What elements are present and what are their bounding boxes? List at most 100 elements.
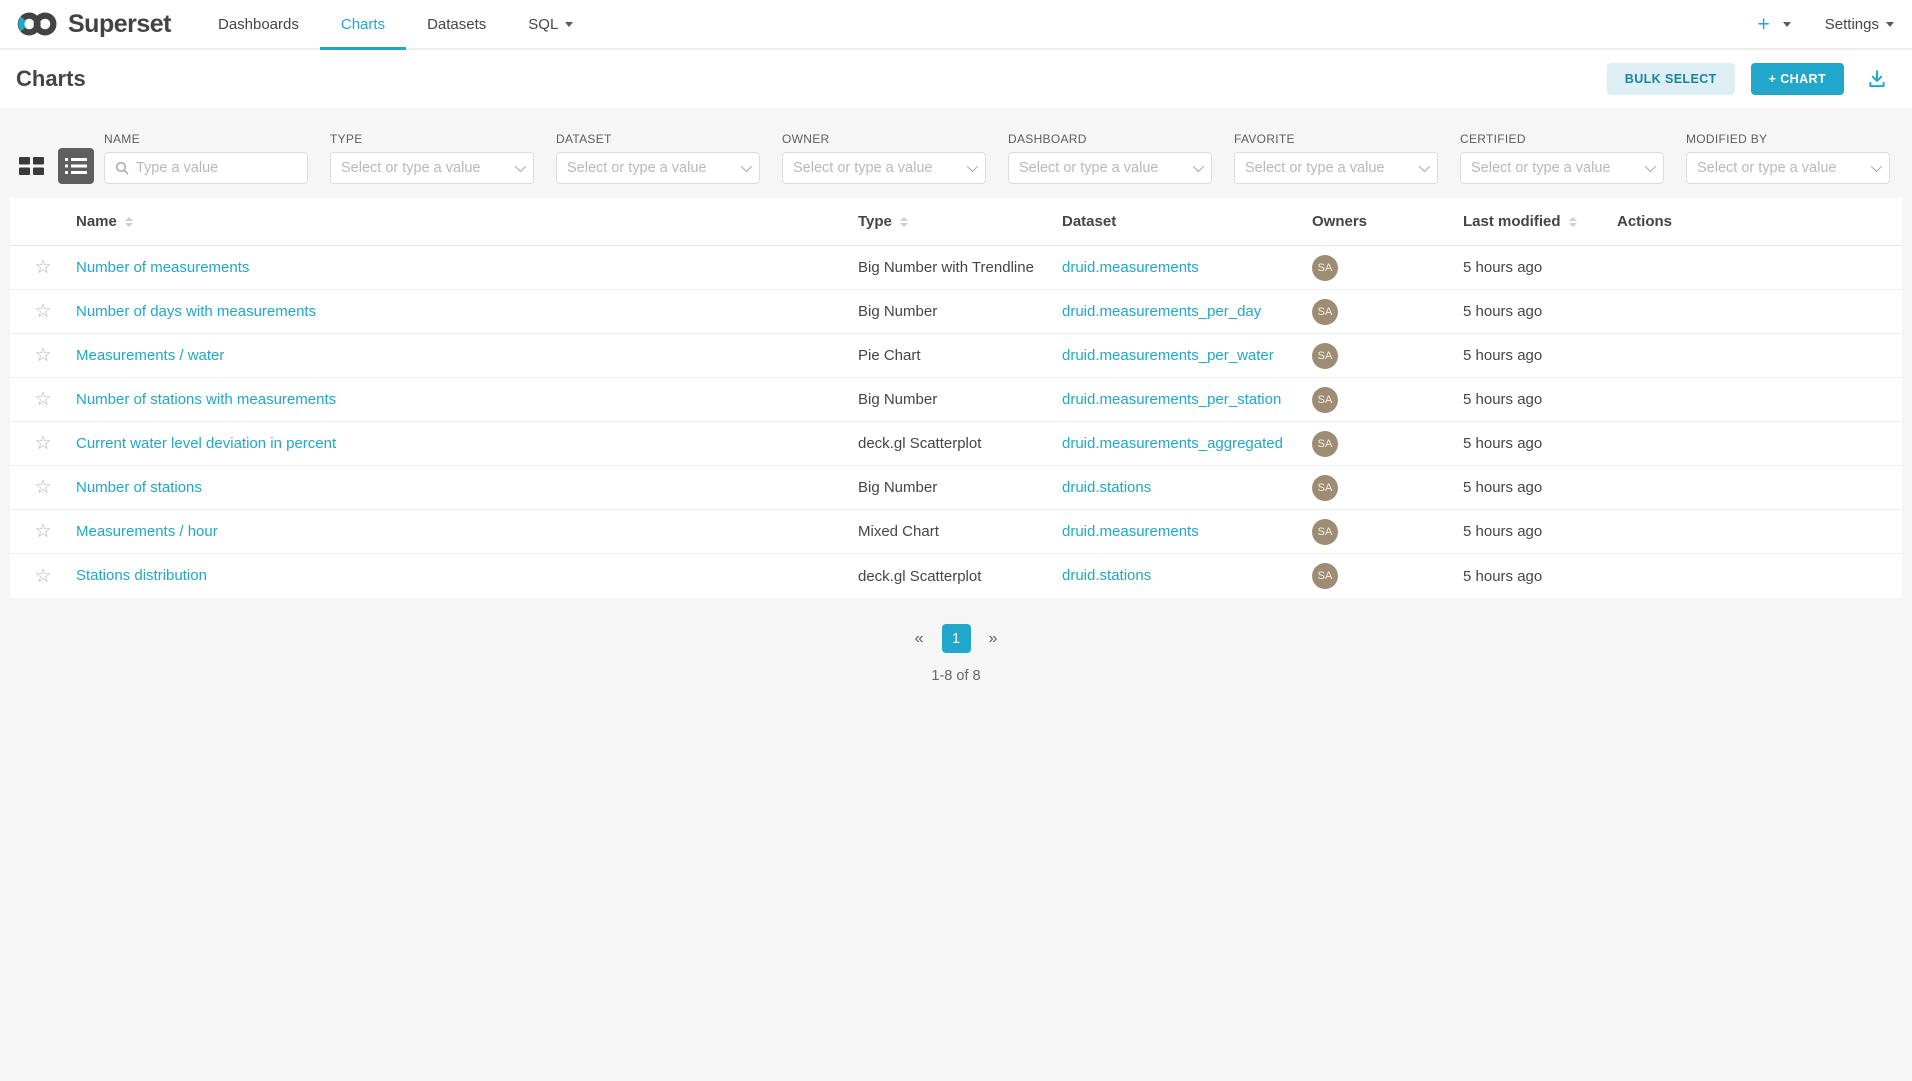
owner-avatar[interactable]: SA [1312, 431, 1338, 457]
favorite-star-icon[interactable]: ☆ [34, 478, 51, 497]
next-page-button[interactable]: » [985, 630, 1002, 648]
export-button[interactable] [1866, 68, 1888, 90]
filter-owner: OWNERSelect or type a value [782, 132, 986, 184]
column-label: Dataset [1062, 213, 1116, 230]
column-header-dataset: Dataset [1062, 213, 1312, 230]
favorite-star-icon[interactable]: ☆ [34, 258, 51, 277]
column-label: Actions [1617, 213, 1672, 230]
row-type: deck.gl Scatterplot [858, 435, 1062, 452]
card-view-toggle[interactable] [16, 151, 46, 181]
filter-select[interactable]: Select or type a value [1234, 152, 1438, 184]
row-dataset-link[interactable]: druid.measurements [1062, 259, 1199, 276]
prev-page-button[interactable]: « [911, 630, 928, 648]
filter-select[interactable]: Select or type a value [782, 152, 986, 184]
row-dataset-link[interactable]: druid.stations [1062, 567, 1151, 584]
row-type: Big Number with Trendline [858, 259, 1062, 276]
filter-select[interactable]: Select or type a value [556, 152, 760, 184]
page-1-button[interactable]: 1 [942, 624, 971, 653]
column-header-last-modified[interactable]: Last modified [1463, 213, 1617, 230]
row-name-link[interactable]: Current water level deviation in percent [76, 435, 336, 452]
favorite-star-icon[interactable]: ☆ [34, 302, 51, 321]
row-dataset-link[interactable]: druid.measurements_per_day [1062, 303, 1261, 320]
nav-item-charts[interactable]: Charts [320, 0, 406, 48]
row-name-link[interactable]: Stations distribution [76, 567, 207, 584]
nav-item-datasets[interactable]: Datasets [406, 0, 507, 48]
row-dataset-link[interactable]: druid.measurements [1062, 523, 1199, 540]
filter-label: TYPE [330, 132, 534, 146]
column-header-owners: Owners [1312, 213, 1463, 230]
favorite-star-icon[interactable]: ☆ [34, 390, 51, 409]
filter-name: NAME [104, 132, 308, 184]
owner-avatar[interactable]: SA [1312, 343, 1338, 369]
row-last-modified: 5 hours ago [1463, 391, 1617, 408]
favorite-star-icon[interactable]: ☆ [34, 522, 51, 541]
column-header-name[interactable]: Name [76, 213, 858, 230]
new-item-menu-button[interactable]: + [1758, 14, 1791, 35]
owner-avatar[interactable]: SA [1312, 563, 1338, 589]
search-icon [115, 161, 129, 175]
filter-select[interactable]: Select or type a value [1686, 152, 1890, 184]
main-nav-items: DashboardsChartsDatasetsSQL [197, 0, 594, 48]
row-last-modified: 5 hours ago [1463, 259, 1617, 276]
row-dataset-link[interactable]: druid.measurements_per_water [1062, 347, 1274, 364]
owner-avatar[interactable]: SA [1312, 387, 1338, 413]
nav-item-sql[interactable]: SQL [507, 0, 594, 48]
row-name-link[interactable]: Number of measurements [76, 259, 249, 276]
favorite-star-icon[interactable]: ☆ [34, 346, 51, 365]
owner-avatar[interactable]: SA [1312, 519, 1338, 545]
row-name-link[interactable]: Measurements / hour [76, 523, 218, 540]
row-type: Big Number [858, 479, 1062, 496]
filter-label: NAME [104, 132, 308, 146]
select-placeholder: Select or type a value [1471, 160, 1639, 176]
row-last-modified: 5 hours ago [1463, 479, 1617, 496]
owner-avatar[interactable]: SA [1312, 255, 1338, 281]
table-row: ☆ Number of stations Big Number druid.st… [10, 466, 1902, 510]
search-input[interactable] [136, 160, 297, 176]
filter-dashboard: DASHBOARDSelect or type a value [1008, 132, 1212, 184]
select-placeholder: Select or type a value [567, 160, 735, 176]
table-row: ☆ Measurements / water Pie Chart druid.m… [10, 334, 1902, 378]
favorite-star-icon[interactable]: ☆ [34, 434, 51, 453]
filter-modified-by: MODIFIED BYSelect or type a value [1686, 132, 1890, 184]
row-name-link[interactable]: Measurements / water [76, 347, 224, 364]
filter-dataset: DATASETSelect or type a value [556, 132, 760, 184]
table-header-row: NameTypeDataset OwnersLast modifiedAction… [10, 198, 1902, 246]
row-name-link[interactable]: Number of stations [76, 479, 202, 496]
column-header-type[interactable]: Type [858, 213, 1062, 230]
chevron-down-icon [1645, 161, 1656, 172]
filter-select[interactable]: Select or type a value [330, 152, 534, 184]
plus-icon: + [1758, 14, 1770, 35]
grid-icon [19, 156, 44, 176]
bulk-select-button[interactable]: BULK SELECT [1607, 63, 1735, 95]
superset-brand[interactable]: Superset [16, 0, 171, 48]
owner-avatar[interactable]: SA [1312, 299, 1338, 325]
nav-item-dashboards[interactable]: Dashboards [197, 0, 320, 48]
filter-select[interactable]: Select or type a value [1460, 152, 1664, 184]
row-dataset-link[interactable]: druid.measurements_per_station [1062, 391, 1281, 408]
row-type: Big Number [858, 303, 1062, 320]
row-dataset-link[interactable]: druid.measurements_aggregated [1062, 435, 1283, 452]
settings-menu-button[interactable]: Settings [1825, 16, 1894, 33]
new-chart-button[interactable]: + CHART [1751, 63, 1844, 95]
sort-icon [125, 217, 133, 227]
owner-avatar[interactable]: SA [1312, 475, 1338, 501]
row-name-link[interactable]: Number of days with measurements [76, 303, 316, 320]
favorite-star-icon[interactable]: ☆ [34, 567, 51, 586]
select-placeholder: Select or type a value [1697, 160, 1865, 176]
chevron-down-icon [1871, 161, 1882, 172]
row-dataset-link[interactable]: druid.stations [1062, 479, 1151, 496]
row-last-modified: 5 hours ago [1463, 568, 1617, 585]
filter-select[interactable]: Select or type a value [1008, 152, 1212, 184]
chevron-down-icon [967, 161, 978, 172]
filter-type: TYPE Select or type a value [330, 132, 534, 184]
table-row: ☆ Number of stations with measurements B… [10, 378, 1902, 422]
table-row: ☆ Current water level deviation in perce… [10, 422, 1902, 466]
name-search-field[interactable] [104, 152, 308, 184]
chevron-down-icon [1193, 161, 1204, 172]
chevron-down-icon [1783, 22, 1791, 27]
list-icon [65, 157, 87, 175]
row-last-modified: 5 hours ago [1463, 303, 1617, 320]
row-name-link[interactable]: Number of stations with measurements [76, 391, 336, 408]
list-view-toggle[interactable] [58, 148, 94, 184]
top-nav: Superset DashboardsChartsDatasetsSQL + S… [0, 0, 1912, 50]
